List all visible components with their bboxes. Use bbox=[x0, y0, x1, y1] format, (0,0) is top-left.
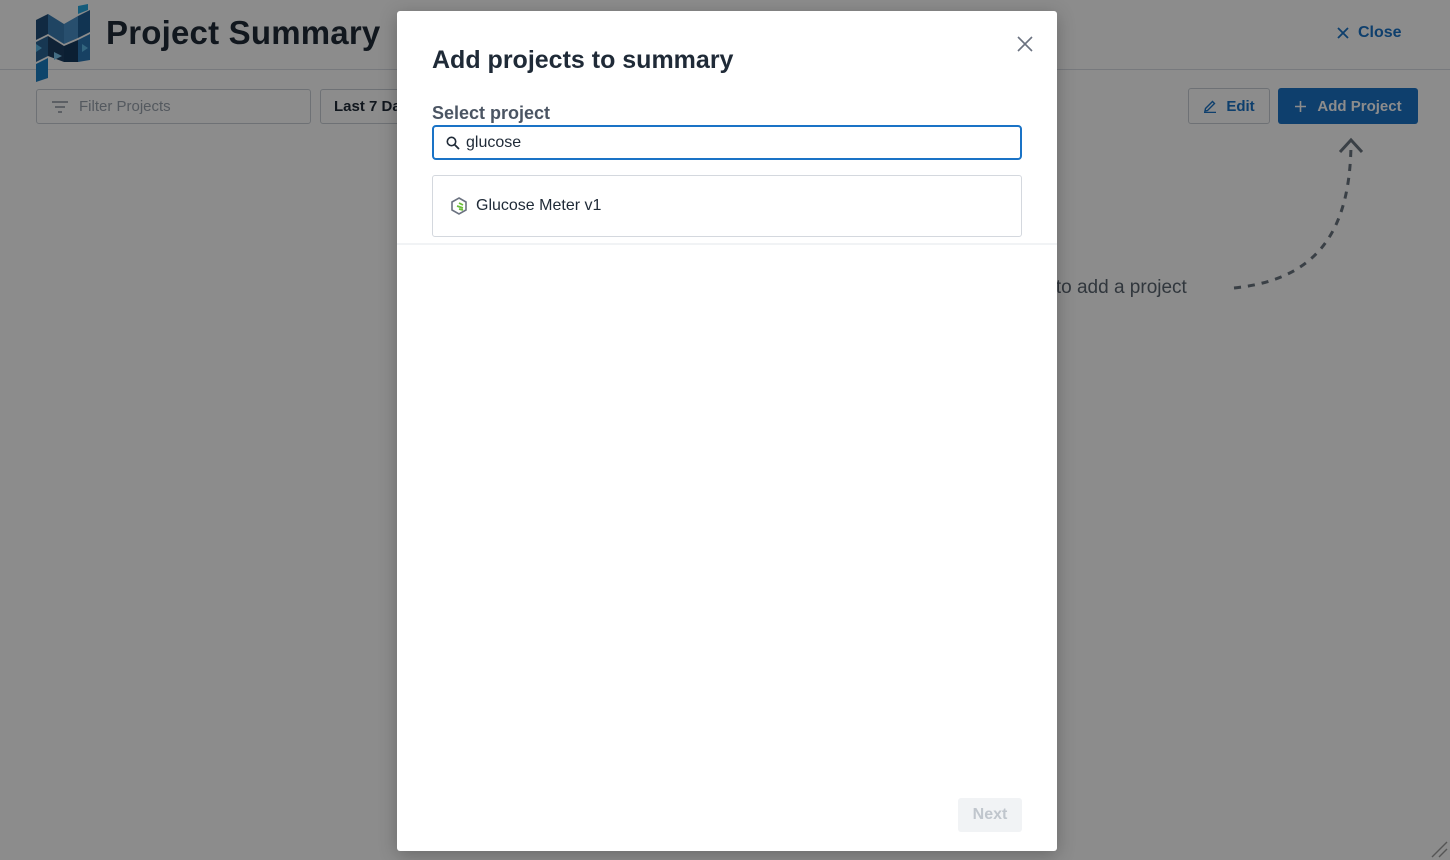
divider bbox=[397, 243, 1057, 245]
result-label: Glucose Meter v1 bbox=[476, 197, 602, 214]
dialog-title: Add projects to summary bbox=[432, 46, 734, 74]
project-logo-icon bbox=[451, 197, 467, 215]
project-search-field[interactable] bbox=[432, 125, 1022, 160]
search-results-list: Glucose Meter v1 bbox=[432, 175, 1022, 237]
select-project-label: Select project bbox=[432, 103, 551, 123]
project-search-input[interactable] bbox=[466, 133, 1006, 152]
list-item[interactable]: Glucose Meter v1 bbox=[433, 176, 1021, 236]
add-projects-dialog: Add projects to summary Select project G… bbox=[397, 11, 1057, 851]
resize-grip-icon[interactable] bbox=[1428, 838, 1448, 858]
close-icon[interactable] bbox=[1015, 34, 1035, 54]
search-icon bbox=[446, 136, 460, 150]
next-button[interactable]: Next bbox=[958, 798, 1022, 832]
